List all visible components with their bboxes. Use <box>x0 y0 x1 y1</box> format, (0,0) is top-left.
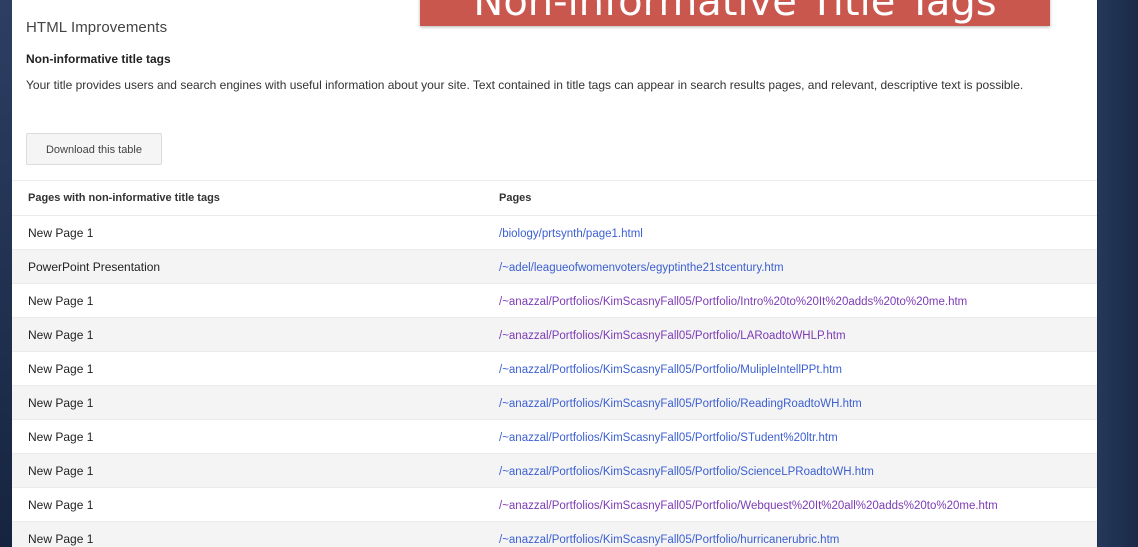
column-header-title-tags[interactable]: Pages with non-informative title tags <box>12 180 483 216</box>
download-table-button[interactable]: Download this table <box>26 133 162 165</box>
table-row: PowerPoint Presentation /~adel/leagueofw… <box>12 249 1097 284</box>
table-row: New Page 1 /~anazzal/Portfolios/KimScasn… <box>12 419 1097 454</box>
webmaster-tools-screenshot: HTML Improvements Non-informative title … <box>12 0 1097 547</box>
title-cell: New Page 1 <box>12 521 483 547</box>
page-link[interactable]: /~anazzal/Portfolios/KimScasnyFall05/Por… <box>499 296 967 308</box>
page-cell: /~anazzal/Portfolios/KimScasnyFall05/Por… <box>483 351 1097 386</box>
section-description: Your title provides users and search eng… <box>26 78 1024 92</box>
table-row: New Page 1 /~anazzal/Portfolios/KimScasn… <box>12 351 1097 386</box>
page-cell: /~anazzal/Portfolios/KimScasnyFall05/Por… <box>483 419 1097 454</box>
title-cell: New Page 1 <box>12 453 483 488</box>
title-cell: New Page 1 <box>12 385 483 420</box>
page-link[interactable]: /biology/prtsynth/page1.html <box>499 228 643 240</box>
page-link[interactable]: /~anazzal/Portfolios/KimScasnyFall05/Por… <box>499 330 846 342</box>
page-title: HTML Improvements <box>26 19 168 36</box>
title-cell: New Page 1 <box>12 419 483 454</box>
page-link[interactable]: /~anazzal/Portfolios/KimScasnyFall05/Por… <box>499 364 842 376</box>
table-row: New Page 1 /~anazzal/Portfolios/KimScasn… <box>12 385 1097 420</box>
page-cell: /~anazzal/Portfolios/KimScasnyFall05/Por… <box>483 283 1097 318</box>
page-cell: /~anazzal/Portfolios/KimScasnyFall05/Por… <box>483 317 1097 352</box>
column-header-pages[interactable]: Pages <box>483 180 1097 216</box>
page-link[interactable]: /~anazzal/Portfolios/KimScasnyFall05/Por… <box>499 398 862 410</box>
page-link[interactable]: /~adel/leagueofwomenvoters/egyptinthe21s… <box>499 262 784 274</box>
slide-background-right <box>1098 0 1138 547</box>
table-row: New Page 1 /~anazzal/Portfolios/KimScasn… <box>12 487 1097 522</box>
section-heading: Non-informative title tags <box>26 52 171 66</box>
page-link[interactable]: /~anazzal/Portfolios/KimScasnyFall05/Por… <box>499 500 998 512</box>
page-link[interactable]: /~anazzal/Portfolios/KimScasnyFall05/Por… <box>499 432 838 444</box>
title-cell: New Page 1 <box>12 487 483 522</box>
title-tags-table: Pages with non-informative title tags Pa… <box>12 180 1097 547</box>
page-cell: /~anazzal/Portfolios/KimScasnyFall05/Por… <box>483 487 1097 522</box>
page-cell: /~anazzal/Portfolios/KimScasnyFall05/Por… <box>483 521 1097 547</box>
title-cell: New Page 1 <box>12 215 483 250</box>
page-link[interactable]: /~anazzal/Portfolios/KimScasnyFall05/Por… <box>499 466 874 478</box>
table-header-row: Pages with non-informative title tags Pa… <box>12 180 1097 216</box>
page-cell: /~anazzal/Portfolios/KimScasnyFall05/Por… <box>483 453 1097 488</box>
table-row: New Page 1 /~anazzal/Portfolios/KimScasn… <box>12 521 1097 547</box>
table-row: New Page 1 /~anazzal/Portfolios/KimScasn… <box>12 317 1097 352</box>
title-cell: PowerPoint Presentation <box>12 249 483 284</box>
table-row: New Page 1 /biology/prtsynth/page1.html <box>12 215 1097 250</box>
page-cell: /~adel/leagueofwomenvoters/egyptinthe21s… <box>483 249 1097 284</box>
title-cell: New Page 1 <box>12 351 483 386</box>
page-cell: /biology/prtsynth/page1.html <box>483 215 1097 250</box>
slide-title-banner: Non-informative Title Tags <box>420 0 1050 26</box>
title-cell: New Page 1 <box>12 317 483 352</box>
table-row: New Page 1 /~anazzal/Portfolios/KimScasn… <box>12 283 1097 318</box>
title-cell: New Page 1 <box>12 283 483 318</box>
table-row: New Page 1 /~anazzal/Portfolios/KimScasn… <box>12 453 1097 488</box>
page-link[interactable]: /~anazzal/Portfolios/KimScasnyFall05/Por… <box>499 534 839 546</box>
page-cell: /~anazzal/Portfolios/KimScasnyFall05/Por… <box>483 385 1097 420</box>
